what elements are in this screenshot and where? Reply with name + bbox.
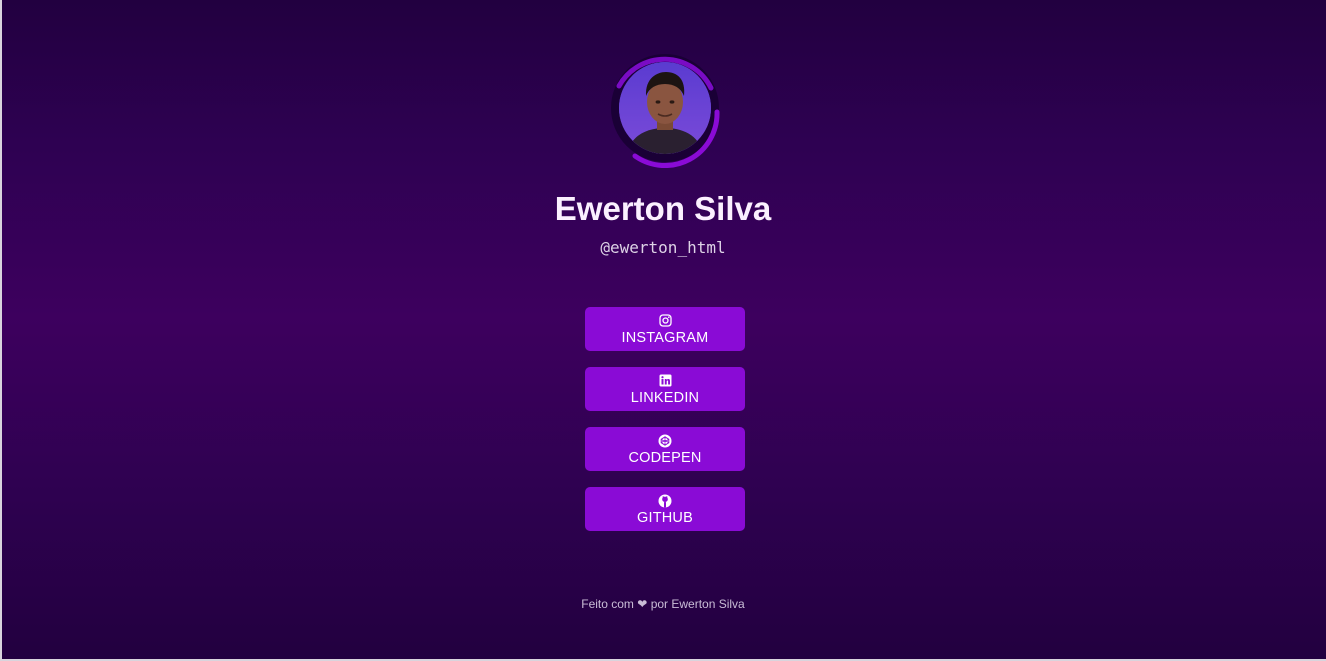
profile-name: Ewerton Silva <box>554 190 772 227</box>
codepen-link-button[interactable]: CODEPEN <box>585 427 745 471</box>
instagram-label: INSTAGRAM <box>621 330 709 346</box>
window-left-edge <box>0 0 2 661</box>
linkedin-label: LINKEDIN <box>630 390 700 406</box>
footer-suffix: por Ewerton Silva <box>650 597 745 611</box>
codepen-label: CODEPEN <box>628 450 702 466</box>
github-link-button[interactable]: GITHUB <box>585 487 745 531</box>
profile-handle: @ewerton_html <box>600 238 726 257</box>
linkedin-link-button[interactable]: LINKEDIN <box>585 367 745 411</box>
avatar <box>619 62 711 154</box>
footer-prefix: Feito com <box>581 597 634 611</box>
heart-icon: ❤ <box>637 597 648 611</box>
linkedin-icon <box>585 374 745 388</box>
github-label: GITHUB <box>637 510 693 526</box>
instagram-icon <box>585 314 745 328</box>
footer: Feito com ❤ por Ewerton Silva <box>0 597 1326 611</box>
link-list: INSTAGRAM LINKEDIN CODEPEN GITHUB <box>585 307 745 547</box>
codepen-icon <box>585 434 745 448</box>
instagram-link-button[interactable]: INSTAGRAM <box>585 307 745 351</box>
github-icon <box>585 494 745 508</box>
avatar-container <box>605 46 725 168</box>
